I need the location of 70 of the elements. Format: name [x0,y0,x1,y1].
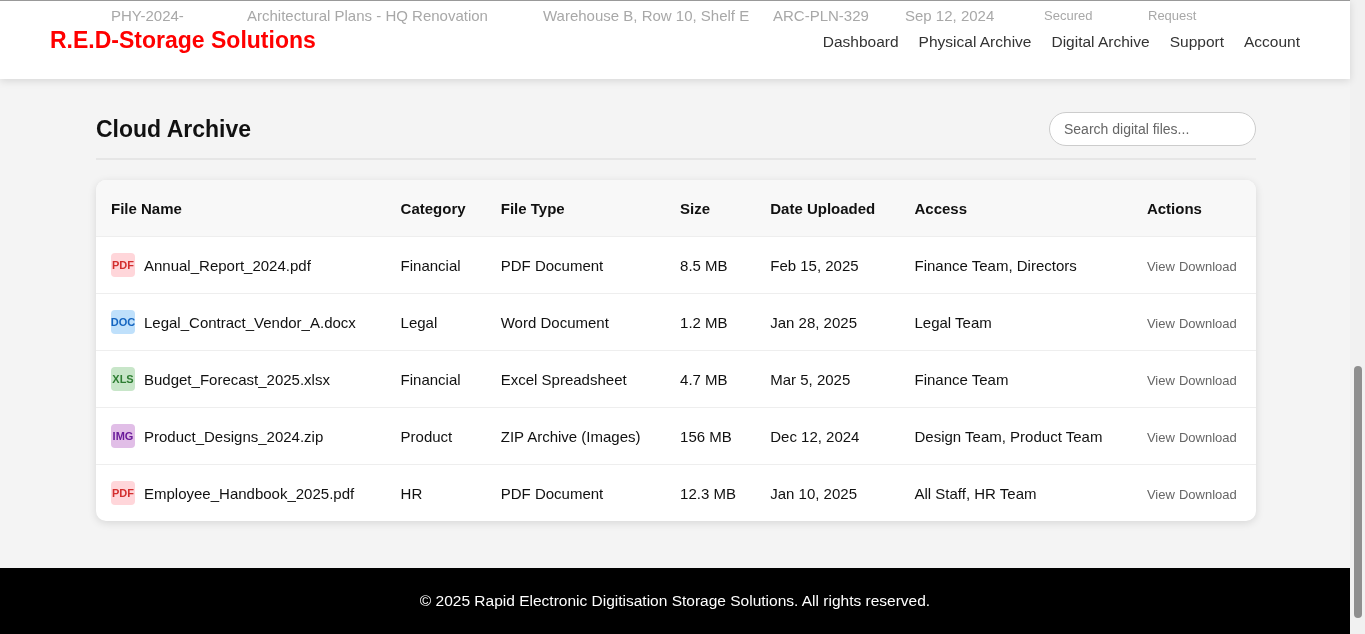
table-cell: 156 MB [665,407,756,465]
column-header: File Name [96,180,386,237]
logo-text[interactable]: R.E.D-Storage Solutions [50,26,316,54]
table-cell: Legal [385,293,486,351]
table-cell: HR [385,464,486,521]
table-cell: Dec 12, 2024 [755,407,900,465]
file-type-badge: IMG [111,424,135,448]
nav-link[interactable]: Support [1169,33,1224,51]
table-cell: Jan 28, 2025 [755,293,900,351]
file-name: Budget_Forecast_2025.xlsx [144,370,330,388]
table-cell: 8.5 MB [665,236,756,294]
background-table-text: Secured [1043,7,1094,25]
column-header: File Type [485,180,666,237]
background-table-text: ARC-PLN-329 [772,6,870,26]
view-link[interactable]: View [1146,429,1175,445]
background-table-text: PHY-2024- [110,6,185,26]
nav-link[interactable]: Dashboard [822,33,899,51]
section-title: Cloud Archive [96,115,252,143]
table-cell: 4.7 MB [665,350,756,408]
view-link[interactable]: View [1146,486,1175,502]
file-name: Product_Designs_2024.zip [144,427,324,445]
download-link[interactable]: Download [1178,258,1237,274]
table-cell: Finance Team [899,350,1132,408]
table-cell: 12.3 MB [665,464,756,521]
table-cell: ZIP Archive (Images) [485,407,666,465]
table-cell: Product [385,407,486,465]
background-table-text: Request [1147,7,1198,25]
file-name: Annual_Report_2024.pdf [144,256,311,274]
download-link[interactable]: Download [1178,429,1237,445]
background-table-text: Architectural Plans - HQ Renovation [246,6,489,26]
table-cell: PDF Document [485,236,666,294]
nav-link[interactable]: Physical Archive [918,33,1032,51]
table-cell: All Staff, HR Team [899,464,1132,521]
column-header: Access [899,180,1132,237]
copyright-text: © 2025 Rapid Electronic Digitisation Storage Solutions. All rights reserved. [419,592,931,610]
nav-link[interactable]: Account [1244,33,1300,51]
file-type-badge: PDF [111,481,135,505]
file-name: Legal_Contract_Vendor_A.docx [144,313,356,331]
column-header: Date Uploaded [755,180,900,237]
nav-link[interactable]: Digital Archive [1051,33,1150,51]
table-cell: Mar 5, 2025 [755,350,900,408]
column-header: Actions [1131,180,1256,237]
table-cell: Excel Spreadsheet [485,350,666,408]
download-link[interactable]: Download [1178,486,1237,502]
file-type-badge: XLS [111,367,135,391]
table-cell: 1.2 MB [665,293,756,351]
column-header: Category [385,180,486,237]
view-link[interactable]: View [1146,315,1175,331]
table-cell: PDF Document [485,464,666,521]
table-cell: Legal Team [899,293,1132,351]
view-link[interactable]: View [1146,258,1175,274]
file-name: Employee_Handbook_2025.pdf [144,484,355,502]
table-cell: Design Team, Product Team [899,407,1132,465]
table-cell: Word Document [485,293,666,351]
view-link[interactable]: View [1146,372,1175,388]
background-table-text: Warehouse B, Row 10, Shelf E [542,6,751,26]
table-cell: Financial [385,350,486,408]
background-table-text: Sep 12, 2024 [904,6,996,26]
table-cell: Finance Team, Directors [899,236,1132,294]
table-cell: Jan 10, 2025 [755,464,900,521]
scrollbar[interactable] [1350,0,1365,634]
table-cell: Feb 15, 2025 [755,236,900,294]
download-link[interactable]: Download [1178,372,1237,388]
file-type-badge: PDF [111,253,135,277]
table-cell: Financial [385,236,486,294]
scrollbar-thumb[interactable] [1353,366,1362,618]
download-link[interactable]: Download [1178,315,1237,331]
column-header: Size [665,180,756,237]
search-field[interactable]: Search digital files... [1049,112,1256,146]
file-type-badge: DOC [111,310,135,334]
